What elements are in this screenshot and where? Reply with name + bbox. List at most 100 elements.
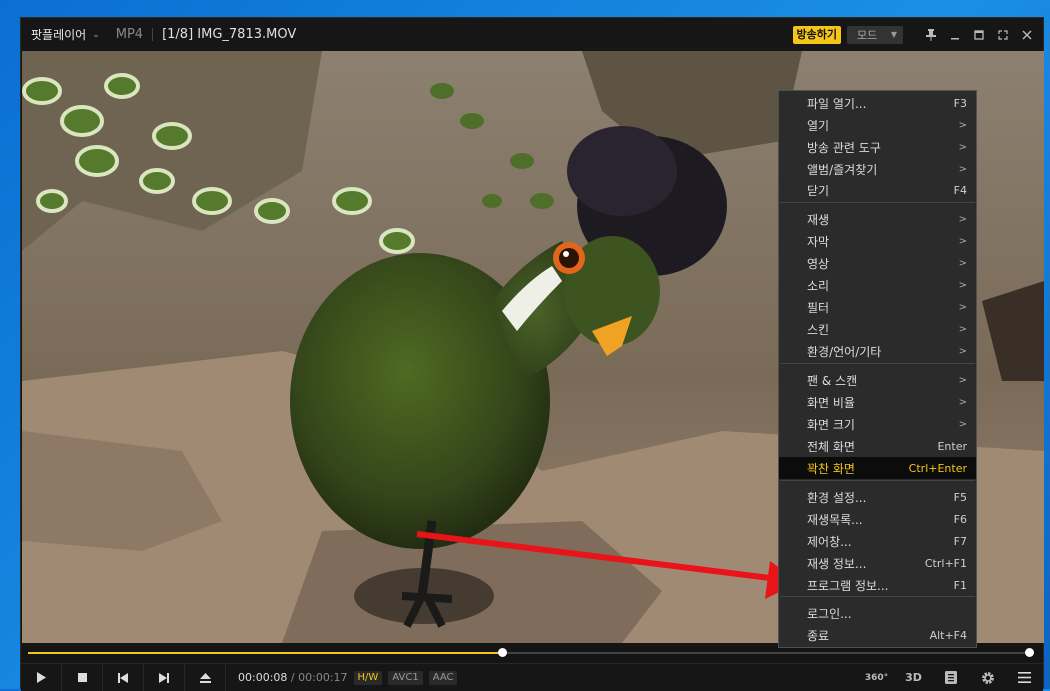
menu-item-label: 환경/언어/기타 xyxy=(807,344,882,359)
submenu-arrow-icon: > xyxy=(958,323,967,335)
context-menu: 파일 열기... F3 열기 > 방송 관련 도구 > 앨범/즐겨찾기 > 닫기 F4 재생 > 자막 >… xyxy=(778,90,977,648)
menu-item-label: 종료 xyxy=(807,628,830,643)
file-title: [1/8] IMG_7813.MOV xyxy=(162,27,297,42)
seek-end-marker xyxy=(1025,648,1034,657)
menu-item-playlist[interactable]: 재생목록... F6 xyxy=(779,508,976,530)
divider xyxy=(152,28,154,41)
menu-item-exit[interactable]: 종료 Alt+F4 xyxy=(779,624,976,646)
vr-360-icon[interactable]: 360° xyxy=(858,664,895,691)
settings-gear-icon[interactable] xyxy=(969,664,1006,691)
menu-item-control-panel[interactable]: 제어창... F7 xyxy=(779,530,976,552)
menu-item-label: 재생 정보... xyxy=(807,556,867,571)
menu-item-close[interactable]: 닫기 F4 xyxy=(779,179,976,201)
control-bar: 00:00:08 / 00:00:17 H/W AVC1 AAC 360° 3D xyxy=(21,663,1043,691)
submenu-arrow-icon: > xyxy=(958,301,967,313)
menu-item-label: 자막 xyxy=(807,234,830,249)
menu-item-shortcut: F5 xyxy=(953,490,967,504)
pin-icon[interactable] xyxy=(919,25,943,45)
duration: 00:00:17 xyxy=(298,671,348,684)
submenu-arrow-icon: > xyxy=(958,345,967,357)
submenu-arrow-icon: > xyxy=(958,141,967,153)
menu-item-aspect-ratio[interactable]: 화면 비율 > xyxy=(779,391,976,413)
menu-item-label: 스킨 xyxy=(807,322,830,337)
menu-item-label: 필터 xyxy=(807,300,830,315)
menu-separator xyxy=(780,596,975,597)
menu-item-shortcut: F6 xyxy=(953,512,967,526)
maximize-icon[interactable] xyxy=(967,25,991,45)
menu-item-video[interactable]: 영상 > xyxy=(779,252,976,274)
menu-item-pan-scan[interactable]: 팬 & 스캔 > xyxy=(779,369,976,391)
broadcast-button[interactable]: 방송하기 xyxy=(792,25,841,44)
stop-icon[interactable] xyxy=(62,664,103,691)
previous-icon[interactable] xyxy=(103,664,144,691)
menu-item-label: 소리 xyxy=(807,278,830,293)
menu-item-label: 제어창... xyxy=(807,534,852,549)
menu-item-label: 프로그램 정보... xyxy=(807,578,889,593)
minimize-icon[interactable] xyxy=(943,25,967,45)
seek-handle[interactable] xyxy=(498,648,508,657)
menu-item-shortcut: F3 xyxy=(953,96,967,110)
menu-item-album-favorites[interactable]: 앨범/즐겨찾기 > xyxy=(779,158,976,180)
menu-item-open[interactable]: 열기 > xyxy=(779,114,976,136)
menu-item-label: 앨범/즐겨찾기 xyxy=(807,162,878,177)
menu-item-playback[interactable]: 재생 > xyxy=(779,208,976,230)
video-codec-badge[interactable]: AVC1 xyxy=(388,670,423,685)
submenu-arrow-icon: > xyxy=(958,257,967,269)
menu-item-settings[interactable]: 환경 설정... F5 xyxy=(779,486,976,508)
eject-icon[interactable] xyxy=(185,664,226,691)
menu-item-label: 재생목록... xyxy=(807,512,863,527)
menu-item-audio[interactable]: 소리 > xyxy=(779,274,976,296)
submenu-arrow-icon: > xyxy=(958,213,967,225)
menu-item-broadcast-tools[interactable]: 방송 관련 도구 > xyxy=(779,136,976,158)
menu-item-label: 로그인... xyxy=(807,606,852,621)
chevron-down-icon: ⌄ xyxy=(92,29,100,40)
menu-item-login[interactable]: 로그인... xyxy=(779,602,976,624)
next-icon[interactable] xyxy=(144,664,185,691)
menu-item-playback-info[interactable]: 재생 정보... Ctrl+F1 xyxy=(779,552,976,574)
menu-item-label: 꽉찬 화면 xyxy=(807,461,855,476)
menu-separator xyxy=(780,363,975,364)
menu-item-label: 화면 크기 xyxy=(807,417,855,432)
seek-progress xyxy=(28,652,503,654)
app-menu-button[interactable]: 팟플레이어 ⌄ xyxy=(31,26,100,43)
current-time: 00:00:08 xyxy=(238,671,288,684)
hw-decoder-badge[interactable]: H/W xyxy=(353,670,383,685)
menu-item-label: 환경 설정... xyxy=(807,490,867,505)
menu-item-label: 전체 화면 xyxy=(807,439,855,454)
submenu-arrow-icon: > xyxy=(958,418,967,430)
menu-item-preferences-language-etc[interactable]: 환경/언어/기타 > xyxy=(779,340,976,362)
submenu-arrow-icon: > xyxy=(958,279,967,291)
menu-item-shortcut: Enter xyxy=(937,439,967,453)
fullscreen-icon[interactable] xyxy=(991,25,1015,45)
format-label: MP4 xyxy=(115,27,144,42)
menu-item-program-info[interactable]: 프로그램 정보... F1 xyxy=(779,574,976,596)
menu-item-subtitles[interactable]: 자막 > xyxy=(779,230,976,252)
menu-item-shortcut: F1 xyxy=(953,578,967,592)
menu-item-filter[interactable]: 필터 > xyxy=(779,296,976,318)
menu-item-shortcut: Alt+F4 xyxy=(929,628,967,642)
time-display: 00:00:08 / 00:00:17 xyxy=(238,671,348,684)
menu-item-label: 팬 & 스캔 xyxy=(807,373,858,388)
mode-dropdown[interactable]: 모드 ▼ xyxy=(847,25,903,44)
time-separator: / xyxy=(290,671,295,684)
audio-codec-badge[interactable]: AAC xyxy=(428,670,458,685)
playlist-icon[interactable] xyxy=(932,664,969,691)
caret-down-icon: ▼ xyxy=(890,30,897,39)
menu-item-fit-screen[interactable]: 꽉찬 화면 Ctrl+Enter xyxy=(779,457,976,479)
submenu-arrow-icon: > xyxy=(958,396,967,408)
menu-hamburger-icon[interactable] xyxy=(1006,664,1043,691)
menu-item-open-file[interactable]: 파일 열기... F3 xyxy=(779,92,976,114)
play-icon[interactable] xyxy=(21,664,62,691)
menu-item-label: 재생 xyxy=(807,212,830,227)
close-icon[interactable] xyxy=(1015,25,1039,45)
menu-item-screen-size[interactable]: 화면 크기 > xyxy=(779,413,976,435)
menu-item-fullscreen[interactable]: 전체 화면 Enter xyxy=(779,435,976,457)
3d-icon[interactable]: 3D xyxy=(895,664,932,691)
menu-item-skin[interactable]: 스킨 > xyxy=(779,318,976,340)
menu-item-label: 열기 xyxy=(807,118,830,133)
submenu-arrow-icon: > xyxy=(958,235,967,247)
menu-item-label: 방송 관련 도구 xyxy=(807,140,881,155)
menu-item-shortcut: Ctrl+F1 xyxy=(924,556,967,570)
title-bar: 팟플레이어 ⌄ MP4 [1/8] IMG_7813.MOV 방송하기 모드 ▼ xyxy=(21,18,1043,51)
menu-item-shortcut: Ctrl+Enter xyxy=(908,461,967,475)
